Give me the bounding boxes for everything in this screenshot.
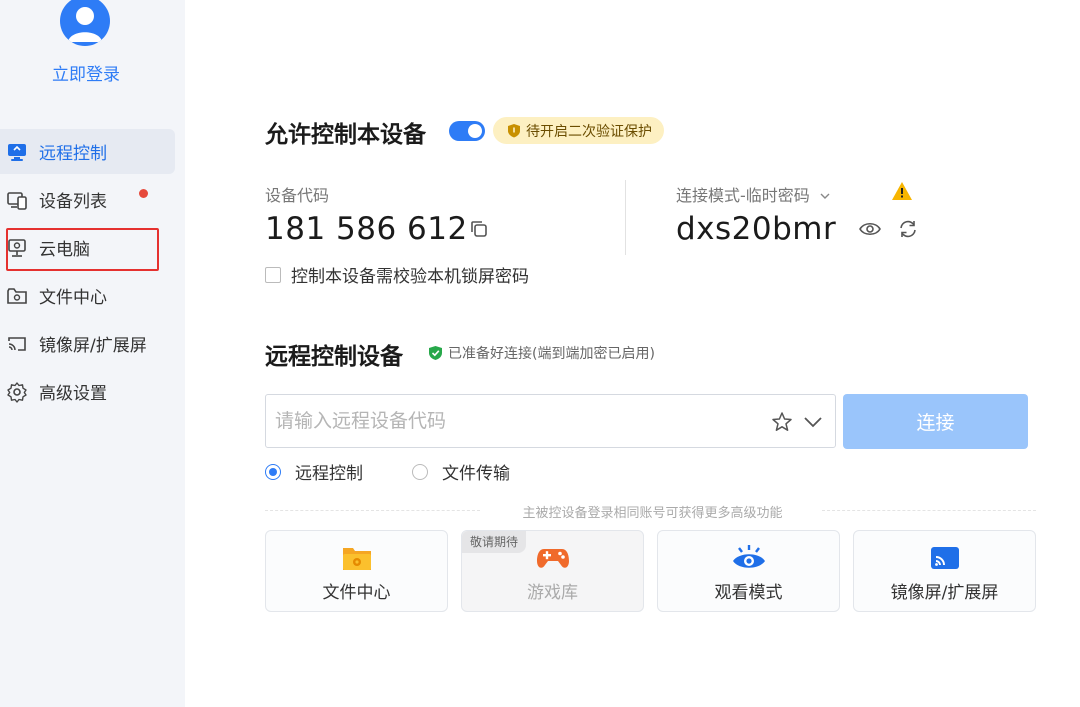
- card-mirror-screen[interactable]: 镜像屏/扩展屏: [853, 530, 1036, 612]
- notification-dot: [139, 189, 148, 198]
- sidebar-item-advanced-settings[interactable]: 高级设置: [0, 369, 175, 414]
- copy-icon[interactable]: [468, 218, 490, 240]
- sidebar-item-device-list[interactable]: 设备列表: [0, 177, 175, 222]
- sidebar-item-cloud-pc[interactable]: 云电脑: [0, 225, 175, 270]
- lock-screen-checkbox-label: 控制本设备需校验本机锁屏密码: [291, 267, 529, 287]
- login-link[interactable]: 立即登录: [0, 60, 172, 85]
- sidebar-item-file-center[interactable]: 文件中心: [0, 273, 175, 318]
- allow-control-toggle[interactable]: [449, 121, 485, 141]
- temporary-password: dxs20bmr: [676, 211, 837, 247]
- ready-note-text: 已准备好连接(端到端加密已启用): [448, 346, 655, 362]
- card-watch-mode[interactable]: 观看模式: [657, 530, 840, 612]
- cast-icon: [6, 333, 28, 355]
- radio-file-transfer-label: 文件传输: [442, 464, 510, 484]
- sidebar-item-remote-control[interactable]: 远程控制: [0, 129, 175, 174]
- cloud-pc-icon: [6, 237, 28, 259]
- check-shield-icon: [428, 345, 443, 361]
- card-label: 镜像屏/扩展屏: [890, 583, 999, 603]
- gear-icon: [6, 381, 28, 403]
- lock-screen-checkbox-row[interactable]: 控制本设备需校验本机锁屏密码: [265, 262, 529, 287]
- refresh-icon[interactable]: [896, 217, 920, 241]
- file-center-icon: [341, 543, 373, 573]
- sidebar-item-label: 设备列表: [39, 192, 107, 212]
- radio-remote-control[interactable]: 远程控制: [265, 459, 363, 484]
- card-label: 文件中心: [322, 583, 391, 603]
- sidebar-item-label: 远程控制: [39, 144, 107, 164]
- sidebar-item-label: 镜像屏/扩展屏: [39, 336, 147, 356]
- card-label: 游戏库: [527, 583, 578, 603]
- card-game-library[interactable]: 敬请期待 游戏库: [461, 530, 644, 612]
- sidebar-item-label: 高级设置: [39, 384, 107, 404]
- device-code: 181 586 612: [265, 211, 468, 247]
- remote-control-title: 远程控制设备: [265, 344, 403, 370]
- device-code-label: 设备代码: [265, 186, 330, 205]
- remote-code-input[interactable]: [266, 395, 756, 447]
- card-file-center[interactable]: 文件中心: [265, 530, 448, 612]
- radio-remote-control-dot[interactable]: [265, 463, 281, 480]
- monitor-icon: [6, 141, 28, 163]
- shield-icon: [507, 123, 521, 138]
- sidebar: 立即登录 远程控制 设备列表 云电脑 文件中心 镜像屏/扩展屏 高级设置: [0, 0, 185, 707]
- screen-cast-icon: [930, 543, 960, 573]
- ready-note: 已准备好连接(端到端加密已启用): [428, 343, 655, 363]
- warning-icon[interactable]: [890, 180, 914, 202]
- remote-code-input-box: [265, 394, 836, 448]
- two-factor-badge-label: 待开启二次验证保护: [526, 123, 652, 140]
- sidebar-item-label: 文件中心: [39, 288, 107, 308]
- radio-file-transfer-dot[interactable]: [412, 463, 428, 480]
- radio-file-transfer[interactable]: 文件传输: [412, 459, 510, 484]
- account-hint: 主被控设备登录相同账号可获得更多高级功能: [522, 506, 783, 521]
- card-label: 观看模式: [714, 583, 783, 603]
- avatar-icon[interactable]: [60, 0, 110, 46]
- devices-icon: [6, 189, 28, 211]
- chevron-down-icon[interactable]: [802, 411, 824, 433]
- connection-mode-dropdown[interactable]: 连接模式-临时密码: [676, 182, 831, 206]
- coming-soon-tag: 敬请期待: [462, 531, 527, 553]
- folder-icon: [6, 285, 28, 307]
- sidebar-item-mirror-screen[interactable]: 镜像屏/扩展屏: [0, 321, 175, 366]
- gamepad-icon: [536, 543, 570, 573]
- allow-control-title: 允许控制本设备: [265, 122, 426, 148]
- feature-cards: 文件中心 敬请期待 游戏库 观看模式 镜像屏/扩展屏: [265, 530, 1036, 612]
- connection-mode-label: 连接模式-临时密码: [676, 186, 810, 205]
- eye-icon: [732, 543, 766, 573]
- sidebar-item-label: 云电脑: [39, 240, 90, 260]
- vertical-divider: [625, 180, 626, 255]
- radio-remote-control-label: 远程控制: [295, 464, 363, 484]
- chevron-down-icon: [819, 186, 831, 205]
- star-icon[interactable]: [771, 411, 793, 433]
- sidebar-nav: 远程控制 设备列表 云电脑 文件中心 镜像屏/扩展屏 高级设置: [0, 129, 185, 417]
- eye-icon[interactable]: [858, 218, 882, 240]
- lock-screen-checkbox[interactable]: [265, 266, 281, 283]
- connect-button[interactable]: 连接: [843, 394, 1028, 449]
- two-factor-badge[interactable]: 待开启二次验证保护: [493, 117, 664, 144]
